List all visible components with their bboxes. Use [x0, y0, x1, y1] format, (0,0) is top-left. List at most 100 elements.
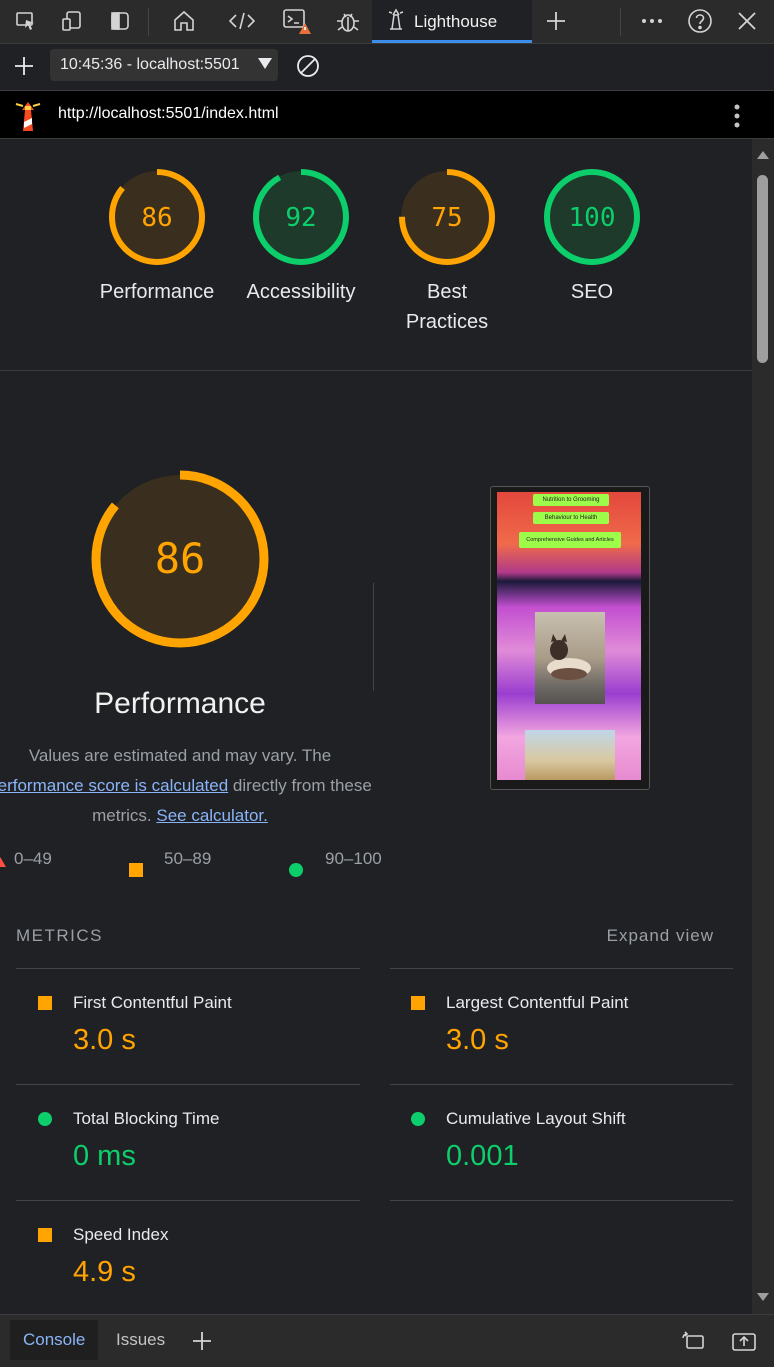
lighthouse-logo-icon [14, 98, 42, 137]
elements-tab-icon[interactable] [226, 6, 258, 36]
performance-description: Values are estimated and may vary. The p… [0, 741, 380, 831]
legend-average: 50–89 [164, 849, 212, 868]
metric-divider [390, 1200, 733, 1201]
devtools-toolbar: Lighthouse [0, 0, 774, 44]
metric-value: 3.0 s [73, 1024, 136, 1056]
performance-title: Performance [94, 687, 266, 720]
device-emulation-icon[interactable] [56, 6, 88, 36]
vertical-scrollbar[interactable] [752, 139, 774, 1314]
home-icon[interactable] [168, 6, 200, 36]
score-calculated-link[interactable]: performance score is calculated [0, 776, 228, 795]
gauge-ring: 86 [109, 169, 205, 265]
more-options-icon[interactable] [636, 6, 668, 36]
report-content: 86 Performance 92 Accessibility 75 Best … [0, 139, 752, 1314]
chevron-down-icon [258, 58, 272, 69]
performance-large-gauge: 86 [88, 467, 272, 656]
gauge-score: 92 [285, 203, 316, 233]
metric-total-blocking-time: Total Blocking Time 0 ms [16, 1104, 360, 1200]
scroll-up-arrow-icon[interactable] [757, 151, 769, 159]
pass-circle-icon [38, 1112, 52, 1126]
performance-score: 86 [155, 534, 206, 583]
metric-value: 4.9 s [73, 1256, 136, 1288]
expand-view-toggle[interactable]: Expand view [607, 926, 714, 946]
gauge-label: Best Practices [405, 281, 489, 333]
metrics-heading: METRICS [16, 926, 103, 945]
toolbar-divider [148, 8, 149, 36]
close-devtools-icon[interactable] [731, 6, 763, 36]
undock-drawer-icon[interactable] [678, 1326, 710, 1356]
gauge-best-practices[interactable]: 75 Best Practices [397, 167, 497, 337]
screenshot-button: Nutrition to Grooming [533, 494, 609, 506]
metric-cumulative-layout-shift: Cumulative Layout Shift 0.001 [390, 1104, 734, 1200]
gauge-score: 86 [141, 203, 172, 233]
gauge-score: 100 [569, 203, 616, 233]
report-menu-icon[interactable] [733, 103, 741, 134]
active-tab-indicator [372, 40, 532, 43]
report-selector-value: 10:45:36 - localhost:5501 [60, 56, 240, 73]
drawer-tab-issues[interactable]: Issues [103, 1320, 178, 1360]
clear-reports-icon[interactable] [292, 51, 324, 81]
scrollbar-thumb[interactable] [757, 175, 768, 363]
average-square-icon [411, 996, 425, 1010]
debugger-bug-icon[interactable] [332, 6, 364, 36]
average-square-icon [129, 863, 143, 877]
pass-circle-icon [289, 863, 303, 877]
screenshot-button: Behaviour to Health [533, 512, 609, 524]
gauge-score: 75 [431, 203, 462, 233]
gauge-ring: 75 [399, 169, 495, 265]
lighthouse-tab-icon [386, 7, 406, 36]
cat-photo [535, 612, 605, 704]
metric-value: 0 ms [73, 1140, 136, 1172]
toolbar-divider [620, 8, 621, 36]
section-divider [0, 370, 752, 371]
average-square-icon [38, 1228, 52, 1242]
close-drawer-icon[interactable] [728, 1326, 760, 1356]
more-tabs-plus-icon[interactable] [540, 6, 572, 36]
pass-circle-icon [411, 1112, 425, 1126]
tab-lighthouse-label: Lighthouse [414, 11, 498, 31]
metric-value: 3.0 s [446, 1024, 509, 1056]
fail-triangle-icon [0, 855, 6, 867]
screenshot-image: Nutrition to Grooming Behaviour to Healt… [497, 492, 641, 780]
average-square-icon [38, 996, 52, 1010]
metric-name: Total Blocking Time [73, 1109, 220, 1128]
report-selector[interactable]: 10:45:36 - localhost:5501 [50, 49, 278, 81]
gauge-label: Accessibility [246, 281, 356, 303]
lighthouse-toolbar: 10:45:36 - localhost:5501 [0, 44, 774, 91]
metric-first-contentful-paint: First Contentful Paint 3.0 s [16, 988, 360, 1084]
metric-value: 0.001 [446, 1140, 519, 1172]
gauge-ring: 100 [544, 169, 640, 265]
drawer-tab-console[interactable]: Console [10, 1320, 99, 1360]
desc-prefix: Values are estimated and may vary. The [28, 746, 332, 765]
metric-divider [16, 968, 360, 969]
metric-name: Speed Index [73, 1225, 169, 1244]
see-calculator-link[interactable]: See calculator. [156, 806, 268, 825]
metric-divider [390, 1084, 733, 1085]
bottom-drawer: Console Issues [0, 1314, 774, 1367]
gauge-performance[interactable]: 86 Performance [92, 167, 222, 307]
final-screenshot-thumbnail[interactable]: Nutrition to Grooming Behaviour to Healt… [490, 486, 650, 790]
legend-pass: 90–100 [325, 849, 382, 868]
metric-divider [390, 968, 733, 969]
report-url-bar: http://localhost:5501/index.html [0, 91, 774, 139]
tab-lighthouse[interactable]: Lighthouse [372, 0, 532, 43]
dock-side-icon[interactable] [104, 6, 136, 36]
help-icon[interactable] [684, 6, 716, 36]
metric-name: Largest Contentful Paint [446, 993, 629, 1012]
console-tab-icon[interactable] [280, 6, 312, 36]
metric-speed-index: Speed Index 4.9 s [16, 1220, 360, 1314]
gauge-seo[interactable]: 100 SEO [527, 167, 657, 307]
gauge-ring: 92 [253, 169, 349, 265]
cat-photo [525, 730, 615, 780]
metric-name: Cumulative Layout Shift [446, 1109, 626, 1128]
screenshot-button: Comprehensive Guides and Articles [519, 532, 621, 548]
inspect-element-icon[interactable] [10, 6, 42, 36]
metric-divider [16, 1084, 360, 1085]
metric-divider [16, 1200, 360, 1201]
legend-fail: 0–49 [14, 849, 52, 868]
add-drawer-tab-plus-icon[interactable] [186, 1326, 218, 1356]
gauge-label: SEO [570, 281, 614, 303]
scroll-down-arrow-icon[interactable] [757, 1293, 769, 1301]
new-report-plus-icon[interactable] [8, 51, 40, 81]
gauge-accessibility[interactable]: 92 Accessibility [236, 167, 366, 307]
